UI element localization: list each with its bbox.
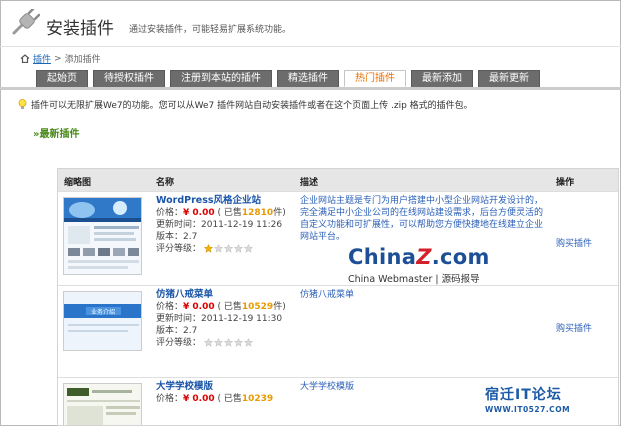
info-tip: 插件可以无限扩展We7的功能。您可以从We7 插件网站自动安装插件或者在这个页面… — [18, 98, 473, 111]
page-header: 安装插件 通过安装插件，可能轻易扩展系统功能。 — [0, 0, 621, 48]
tab-newest[interactable]: 最新添加 — [411, 70, 473, 87]
svg-text:业务介绍: 业务介绍 — [91, 308, 115, 316]
col-action: 操作 — [556, 178, 575, 188]
plugin-rating: 评分等级： — [156, 337, 291, 349]
forum-watermark-text: 宿迁IT论坛 — [485, 387, 562, 403]
col-name: 名称 — [156, 178, 175, 188]
plugin-name[interactable]: 大学学校模版 — [156, 381, 291, 393]
star-icon — [203, 338, 213, 347]
plugin-price: 价格：¥ 0.00 ( 已售12810件) — [156, 208, 286, 218]
star-icon — [223, 244, 233, 253]
page-title: 安装插件 — [46, 19, 114, 39]
home-icon[interactable] — [20, 54, 30, 63]
plugin-version: 版本：2.7 — [156, 232, 198, 242]
plugin-name[interactable]: WordPress风格企业站 — [156, 195, 291, 207]
info-tip-text: 插件可以无限扩展We7的功能。您可以从We7 插件网站自动安装插件或者在这个页面… — [31, 101, 473, 111]
star-icon — [233, 244, 243, 253]
tab-featured[interactable]: 精选插件 — [277, 70, 339, 87]
breadcrumb-plugins-link[interactable]: 插件 — [33, 52, 51, 65]
plugin-price: 价格：¥ 0.00 ( 已售10239 — [156, 394, 274, 404]
col-thumbnail: 缩略图 — [64, 178, 92, 188]
chinaz-logo: ChinaZ.com — [348, 245, 490, 269]
plugin-price: 价格：¥ 0.00 ( 已售10529件) — [156, 302, 286, 312]
table-header: 缩略图 名称 描述 操作 — [58, 169, 618, 191]
plugin-version: 版本：2.7 — [156, 326, 198, 336]
tab-updated[interactable]: 最新更新 — [478, 70, 540, 87]
tab-registered[interactable]: 注册到本站的插件 — [170, 70, 272, 87]
buy-plugin-link[interactable]: 购买插件 — [556, 236, 592, 249]
table-row: 业务介绍 仿猪八戒菜单 价格：¥ 0.00 ( 已售10529件) 更新时间：2… — [58, 285, 618, 377]
plugin-description: 企业网站主题是专门为用户搭建中小型企业网站开发设计的，完全满足中小企业公司的在线… — [300, 196, 544, 242]
star-icon — [223, 338, 233, 347]
header-divider — [0, 46, 621, 47]
tab-pending-auth[interactable]: 待授权插件 — [93, 70, 165, 87]
col-description: 描述 — [300, 178, 319, 188]
plugin-thumbnail[interactable]: 业务介绍 — [63, 291, 142, 351]
table-row: WordPress风格企业站 价格：¥ 0.00 ( 已售12810件) 更新时… — [58, 191, 618, 285]
tab-underline — [0, 87, 621, 90]
plugin-rating: 评分等级： — [156, 243, 291, 255]
star-icon — [203, 244, 213, 253]
chinaz-watermark: ChinaZ.com China Webmaster | 源码报导 — [348, 245, 493, 287]
plugin-updated: 更新时间：2011-12-19 11:26 — [156, 220, 283, 230]
plugin-info: WordPress风格企业站 价格：¥ 0.00 ( 已售12810件) 更新时… — [156, 195, 291, 255]
tab-popular[interactable]: 热门插件 — [344, 70, 406, 87]
plugin-thumbnail[interactable] — [63, 383, 142, 425]
page-subtitle: 通过安装插件，可能轻易扩展系统功能。 — [129, 25, 292, 35]
breadcrumb: 插件 > 添加插件 — [20, 52, 101, 65]
plugin-info: 仿猪八戒菜单 价格：¥ 0.00 ( 已售10529件) 更新时间：2011-1… — [156, 289, 291, 349]
star-rating — [203, 244, 253, 253]
breadcrumb-separator: > — [54, 53, 62, 64]
plugin-info: 大学学校模版 价格：¥ 0.00 ( 已售10239 — [156, 381, 291, 405]
forum-watermark-url: WWW.IT0527.COM — [485, 405, 571, 414]
star-icon — [243, 338, 253, 347]
bulb-icon — [18, 99, 27, 109]
breadcrumb-current: 添加插件 — [64, 55, 101, 65]
chinaz-tagline: China Webmaster | 源码报导 — [348, 274, 480, 285]
forum-watermark: 宿迁IT论坛 WWW.IT0527.COM — [485, 384, 615, 414]
plug-icon — [12, 9, 40, 35]
star-icon — [243, 244, 253, 253]
star-rating — [203, 338, 253, 347]
plugin-updated: 更新时间：2011-12-19 11:30 — [156, 314, 283, 324]
plugin-thumbnail[interactable] — [63, 197, 142, 275]
buy-plugin-link[interactable]: 购买插件 — [556, 321, 592, 334]
star-icon — [233, 338, 243, 347]
section-title: »最新插件 — [33, 129, 80, 140]
star-icon — [213, 338, 223, 347]
plugin-name[interactable]: 仿猪八戒菜单 — [156, 289, 291, 301]
star-icon — [213, 244, 223, 253]
tab-start[interactable]: 起始页 — [36, 70, 88, 87]
tab-bar: 起始页 待授权插件 注册到本站的插件 精选插件 热门插件 最新添加 最新更新 — [36, 70, 540, 87]
plugin-description: 仿猪八戒菜单 — [300, 290, 355, 300]
